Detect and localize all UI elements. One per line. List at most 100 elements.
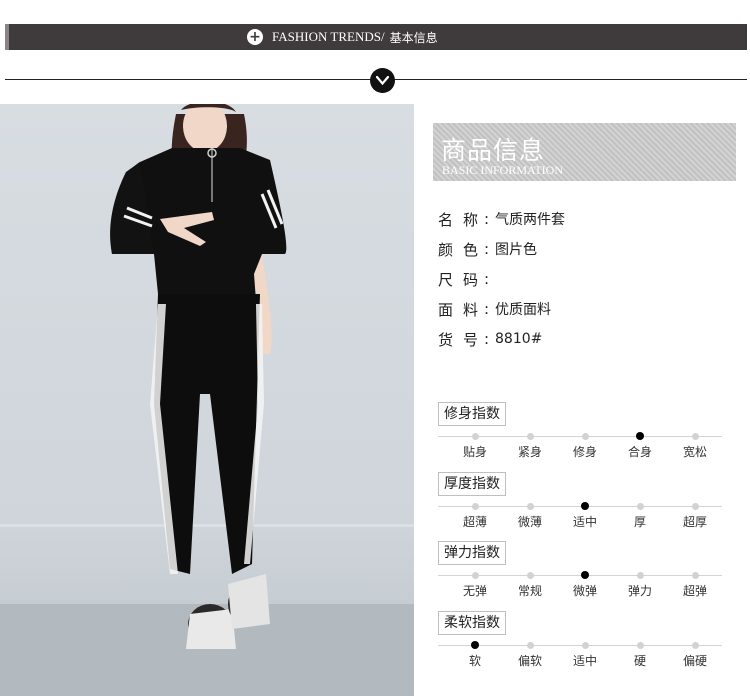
index-scale: 超薄 微薄 适中 厚 超厚 [438,500,722,530]
info-value: 优质面料 [495,302,551,318]
dot-icon [526,503,534,510]
dot-icon [636,503,644,510]
scale-option: 适中 [557,500,613,530]
scale-option: 无弹 [447,569,503,599]
scale-option: 超厚 [667,500,723,530]
scale-option-label: 超弹 [682,584,707,598]
info-colon: : [484,330,490,348]
scale-option-label: 常规 [517,584,542,598]
banner-title-cn: 基本信息 [389,30,438,45]
scale-option: 适中 [557,639,613,669]
scale-option-label: 微弹 [572,584,597,598]
info-row: 颜色: 图片色 [438,234,565,264]
selected-dot-icon [471,641,479,649]
info-row: 货号:8810# [438,324,565,354]
plus-icon: + [247,29,263,45]
scale-option-label: 适中 [572,654,597,668]
index-scale: 无弹 常规 微弹 弹力 超弹 [438,569,722,599]
dot-icon [471,503,479,510]
scale-option-label: 微薄 [517,515,542,529]
index-title: 厚度指数 [438,472,506,496]
panel-title-cn: 商品信息 [441,136,546,165]
info-colon: : [484,210,490,228]
index-block: 弹力指数无弹 常规 微弹 弹力 超弹 [438,541,722,599]
dot-icon [471,433,479,440]
info-key: 颜色 [438,240,489,259]
info-key: 尺码 [438,270,489,289]
dot-icon [526,433,534,440]
scale-option: 常规 [502,569,558,599]
scale-option: 厚 [612,500,668,530]
scale-option-label: 厚 [633,515,646,529]
scale-option-label: 硬 [633,654,646,668]
info-colon: : [484,300,490,318]
index-block: 柔软指数软 偏软 适中 硬 偏硬 [438,611,722,669]
scale-option: 紧身 [502,430,558,460]
banner-content: + FASHION TRENDS/ 基本信息 [247,28,438,46]
scale-option-label: 超厚 [682,515,707,529]
dot-icon [636,642,644,649]
dot-icon [691,642,699,649]
info-value: 气质两件套 [495,212,565,228]
scale-option: 贴身 [447,430,503,460]
scale-option: 偏软 [502,639,558,669]
info-key: 面料 [438,300,489,319]
index-title: 柔软指数 [438,611,506,635]
scale-option-label: 偏硬 [682,654,707,668]
scale-option: 超弹 [667,569,723,599]
scale-option-label: 适中 [572,515,597,529]
dot-icon [581,433,589,440]
scale-option-label: 弹力 [627,584,652,598]
dot-icon [471,572,479,579]
dot-icon [691,433,699,440]
info-value: 8810# [495,331,543,347]
scale-option: 弹力 [612,569,668,599]
banner-title-en: FASHION TRENDS/ [272,29,385,44]
info-key: 名称 [438,210,489,229]
index-block: 厚度指数超薄 微薄 适中 厚 超厚 [438,472,722,530]
dot-icon [526,642,534,649]
scale-option: 修身 [557,430,613,460]
dot-icon [526,572,534,579]
scale-option-label: 合身 [627,445,652,459]
selected-dot-icon [581,502,589,510]
scale-option: 偏硬 [667,639,723,669]
info-row: 名称: 气质两件套 [438,204,565,234]
product-photo [0,104,414,696]
info-colon: : [484,270,490,288]
info-row: 尺码: [438,264,565,294]
dot-icon [636,572,644,579]
scale-option-label: 宽松 [682,445,707,459]
index-scale: 贴身 紧身 修身 合身 宽松 [438,430,722,460]
scale-option-label: 无弹 [462,584,487,598]
panel-title-en: BASIC INFORMATION [442,163,564,177]
scale-option-label: 贴身 [462,445,487,459]
scale-option-label: 修身 [572,445,597,459]
scale-option: 软 [447,639,503,669]
scale-option-label: 超薄 [462,515,487,529]
scale-option: 硬 [612,639,668,669]
index-block: 修身指数贴身 紧身 修身 合身 宽松 [438,402,722,460]
dot-icon [691,503,699,510]
index-title: 修身指数 [438,402,506,426]
selected-dot-icon [636,432,644,440]
index-scale: 软 偏软 适中 硬 偏硬 [438,639,722,669]
scale-option: 宽松 [667,430,723,460]
info-row: 面料: 优质面料 [438,294,565,324]
dot-icon [691,572,699,579]
scale-option: 合身 [612,430,668,460]
product-info-list: 名称: 气质两件套 颜色: 图片色 尺码: 面料: 优质面料 货号:8810# [438,204,565,354]
scale-option-label: 紧身 [517,445,542,459]
info-value: 图片色 [495,242,537,258]
scale-option: 微弹 [557,569,613,599]
scale-option-label: 偏软 [517,654,542,668]
selected-dot-icon [581,571,589,579]
basic-info-header: 商品信息 BASIC INFORMATION [433,123,736,181]
chevron-down-icon [370,68,395,93]
dot-icon [581,642,589,649]
top-banner: + FASHION TRENDS/ 基本信息 [5,24,747,50]
scale-option: 超薄 [447,500,503,530]
info-colon: : [484,240,490,258]
info-key: 货号 [438,330,489,349]
index-title: 弹力指数 [438,541,506,565]
